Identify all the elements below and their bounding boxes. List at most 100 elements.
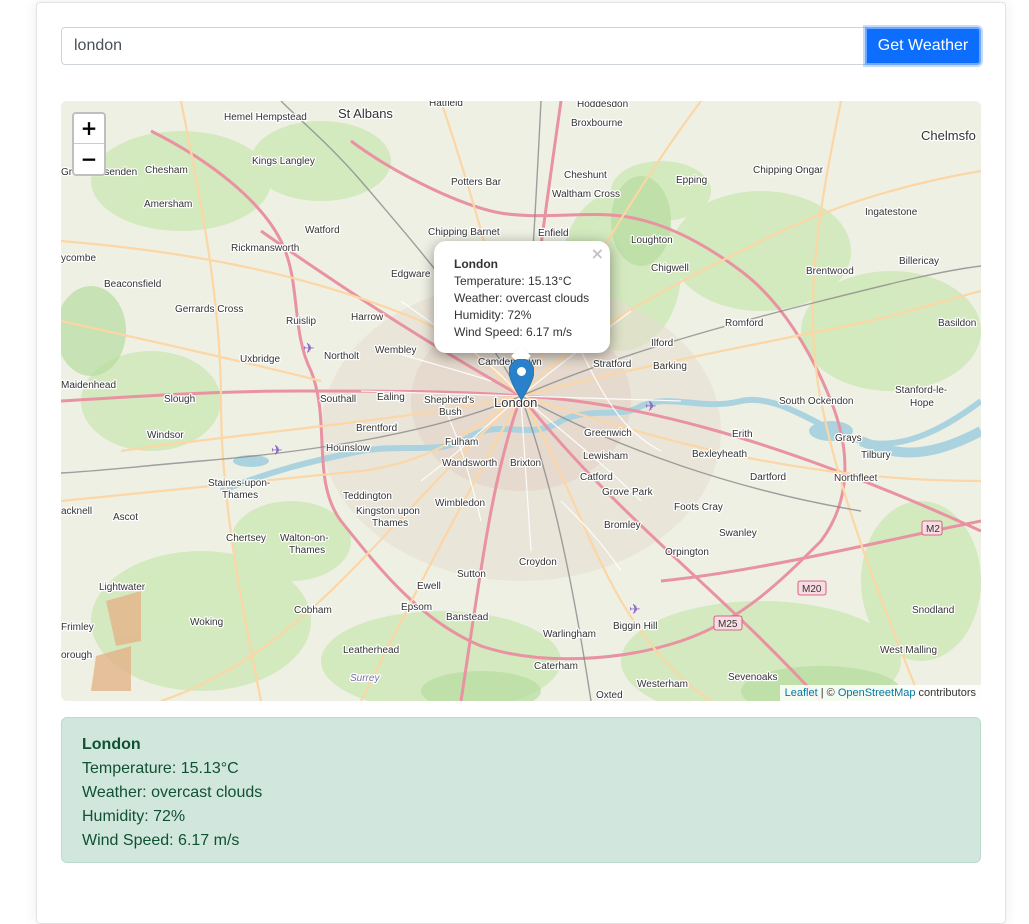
svg-text:Kings Langley: Kings Langley: [252, 156, 315, 167]
svg-text:Ascot: Ascot: [113, 512, 138, 523]
svg-text:St Albans: St Albans: [338, 106, 393, 121]
svg-text:Epsom: Epsom: [401, 602, 432, 613]
svg-text:Maidenhead: Maidenhead: [61, 380, 116, 391]
svg-text:Westerham: Westerham: [637, 679, 688, 690]
svg-text:Lewisham: Lewisham: [583, 451, 628, 462]
svg-text:Shepherd's: Shepherd's: [424, 395, 474, 406]
svg-text:Oxted: Oxted: [596, 690, 623, 701]
svg-text:Surrey: Surrey: [350, 673, 380, 684]
svg-text:Uxbridge: Uxbridge: [240, 354, 280, 365]
svg-text:Thames: Thames: [222, 490, 258, 501]
svg-text:✈: ✈: [645, 399, 657, 415]
svg-text:Bush: Bush: [439, 407, 462, 418]
svg-text:Thames: Thames: [289, 545, 325, 556]
svg-text:Potters Bar: Potters Bar: [451, 177, 502, 188]
get-weather-button[interactable]: Get Weather: [865, 27, 981, 65]
zoom-in-button[interactable]: +: [74, 114, 104, 144]
svg-text:Ealing: Ealing: [377, 392, 405, 403]
map-popup: × London Temperature: 15.13°C Weather: o…: [434, 241, 610, 366]
svg-text:Thames: Thames: [372, 518, 408, 529]
svg-text:Brentwood: Brentwood: [806, 266, 854, 277]
attribution-separator: | ©: [817, 687, 838, 699]
svg-text:Epping: Epping: [676, 175, 707, 186]
popup-weather: Weather: overcast clouds: [454, 291, 590, 305]
svg-text:Sutton: Sutton: [457, 569, 486, 580]
svg-text:Barking: Barking: [653, 361, 687, 372]
map-tiles: ✈ ✈ ✈ ✈ M2 M20 M25 Hatfield Hoddesdon He…: [61, 101, 981, 701]
svg-text:Lightwater: Lightwater: [99, 582, 146, 593]
svg-text:Grays: Grays: [835, 433, 862, 444]
result-city-name: London: [82, 736, 141, 753]
result-wind-speed: Wind Speed: 6.17 m/s: [82, 832, 240, 849]
result-humidity: Humidity: 72%: [82, 808, 186, 825]
svg-text:Cobham: Cobham: [294, 605, 332, 616]
svg-text:Stanford-le-: Stanford-le-: [895, 385, 947, 396]
svg-text:Greenwich: Greenwich: [584, 428, 632, 439]
zoom-out-button[interactable]: −: [74, 144, 104, 174]
svg-text:Hoddesdon: Hoddesdon: [577, 101, 628, 110]
svg-text:Northolt: Northolt: [324, 351, 359, 362]
svg-text:Hounslow: Hounslow: [326, 443, 371, 454]
zoom-control: + −: [72, 112, 106, 176]
svg-text:Warlingham: Warlingham: [543, 629, 596, 640]
svg-text:Banstead: Banstead: [446, 612, 488, 623]
svg-text:Chipping Barnet: Chipping Barnet: [428, 227, 500, 238]
svg-text:Woking: Woking: [190, 617, 223, 628]
popup-wind-speed: Wind Speed: 6.17 m/s: [454, 325, 573, 339]
svg-text:Wandsworth: Wandsworth: [442, 458, 497, 469]
svg-text:Ilford: Ilford: [651, 338, 673, 349]
svg-text:Snodland: Snodland: [912, 605, 954, 616]
svg-text:Frimley: Frimley: [61, 622, 94, 633]
svg-text:Chelmsfo: Chelmsfo: [921, 128, 976, 143]
city-search-input[interactable]: [61, 27, 866, 65]
result-weather: Weather: overcast clouds: [82, 784, 263, 801]
svg-text:ycombe: ycombe: [61, 253, 96, 264]
svg-text:Rickmansworth: Rickmansworth: [231, 243, 299, 254]
svg-text:Leatherhead: Leatherhead: [343, 645, 399, 656]
svg-text:Windsor: Windsor: [147, 430, 184, 441]
svg-text:Stratford: Stratford: [593, 359, 631, 370]
svg-text:Chigwell: Chigwell: [651, 263, 689, 274]
svg-text:Croydon: Croydon: [519, 557, 557, 568]
svg-text:M25: M25: [718, 619, 738, 630]
result-temperature: Temperature: 15.13°C: [82, 760, 239, 777]
svg-text:Ruislip: Ruislip: [286, 316, 316, 327]
svg-text:Grove Park: Grove Park: [602, 487, 654, 498]
svg-text:Fulham: Fulham: [445, 437, 478, 448]
svg-text:Hope: Hope: [910, 398, 934, 409]
svg-text:Chertsey: Chertsey: [226, 533, 266, 544]
popup-humidity: Humidity: 72%: [454, 308, 532, 322]
svg-text:Beaconsfield: Beaconsfield: [104, 279, 161, 290]
svg-text:Watford: Watford: [305, 225, 340, 236]
svg-text:West Malling: West Malling: [880, 645, 937, 656]
svg-text:Dartford: Dartford: [750, 472, 786, 483]
svg-text:Southall: Southall: [320, 394, 356, 405]
svg-text:acknell: acknell: [61, 506, 92, 517]
svg-text:Biggin Hill: Biggin Hill: [613, 621, 657, 632]
popup-content: London Temperature: 15.13°C Weather: ove…: [454, 256, 589, 341]
svg-text:✈: ✈: [629, 602, 641, 618]
svg-text:Gerrards Cross: Gerrards Cross: [175, 304, 243, 315]
popup-close-icon[interactable]: ×: [591, 244, 604, 263]
svg-text:Brentford: Brentford: [356, 423, 397, 434]
map-marker-icon[interactable]: [509, 359, 534, 400]
openstreetmap-link[interactable]: OpenStreetMap: [838, 687, 916, 699]
svg-text:Wembley: Wembley: [375, 345, 417, 356]
svg-text:Bromley: Bromley: [604, 520, 641, 531]
svg-text:✈: ✈: [303, 341, 315, 357]
svg-text:Brixton: Brixton: [510, 458, 541, 469]
svg-text:Bexleyheath: Bexleyheath: [692, 449, 747, 460]
leaflet-link[interactable]: Leaflet: [785, 687, 818, 699]
map-attribution: Leaflet | © OpenStreetMap contributors: [779, 685, 981, 701]
svg-text:Foots Cray: Foots Cray: [674, 502, 723, 513]
map[interactable]: ✈ ✈ ✈ ✈ M2 M20 M25 Hatfield Hoddesdon He…: [61, 101, 981, 701]
svg-text:Romford: Romford: [725, 318, 763, 329]
svg-text:Harrow: Harrow: [351, 312, 384, 323]
svg-text:Swanley: Swanley: [719, 528, 757, 539]
svg-text:Erith: Erith: [732, 429, 753, 440]
svg-text:Teddington: Teddington: [343, 491, 392, 502]
svg-text:M20: M20: [802, 584, 822, 595]
weather-result-panel: London Temperature: 15.13°C Weather: ove…: [61, 717, 981, 863]
popup-city-name: London: [454, 257, 498, 271]
svg-text:Billericay: Billericay: [899, 256, 939, 267]
